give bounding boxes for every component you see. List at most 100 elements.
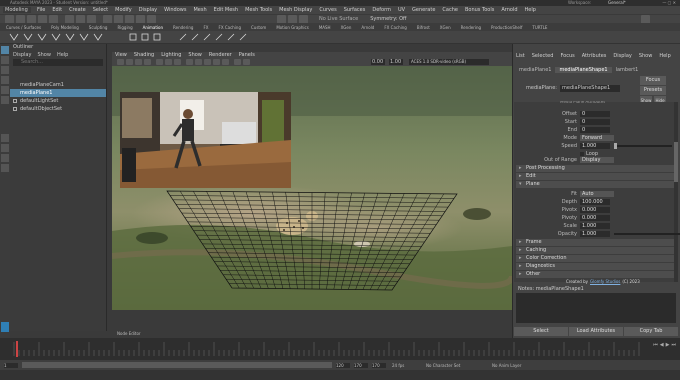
outliner-menu-show[interactable]: Show	[37, 52, 51, 58]
ae-section-other[interactable]: Other	[516, 271, 674, 278]
outliner-search-input[interactable]: Search...	[13, 59, 103, 66]
move-tool-icon[interactable]	[1, 76, 9, 84]
menu-modify[interactable]: Modify	[115, 7, 132, 13]
ae-pivotx-field[interactable]: 0.000	[580, 206, 610, 213]
layout-two-icon[interactable]	[1, 154, 9, 162]
camera-select-icon[interactable]	[117, 59, 124, 65]
scale-tool-icon[interactable]	[1, 96, 9, 104]
menu-select[interactable]: Select	[93, 7, 108, 13]
camera-attributes-icon[interactable]	[126, 59, 133, 65]
menu-surfaces[interactable]: Surfaces	[344, 7, 366, 13]
paint-tool-icon[interactable]	[1, 66, 9, 74]
range-slider[interactable]	[22, 362, 332, 368]
ae-section-post-processing[interactable]: Post Processing	[516, 165, 674, 172]
shelf-tab-sculpting[interactable]: Sculpting	[89, 25, 108, 30]
ae-section-caching[interactable]: Caching	[516, 247, 674, 254]
wireframe-icon[interactable]	[186, 59, 193, 65]
shelf-tab-rendering-2[interactable]: Rendering	[461, 25, 481, 30]
symmetry-select[interactable]: Symmetry: Off	[370, 16, 406, 22]
shelf-tab-animation[interactable]: Animation	[143, 25, 163, 30]
menu-curves[interactable]: Curves	[319, 7, 336, 13]
live-surface-field[interactable]: No Live Surface	[319, 16, 358, 22]
select-tool-icon[interactable]	[1, 46, 9, 54]
ae-offset-field[interactable]: 0	[580, 110, 610, 117]
ae-copy-tab-button[interactable]: Copy Tab	[624, 326, 678, 336]
loop-checkbox-icon[interactable]	[580, 151, 584, 156]
ae-section-frame[interactable]: Frame	[516, 239, 674, 246]
shelf-tab-curves-surfaces[interactable]: Curves / Surfaces	[6, 25, 41, 30]
outliner-menu-display[interactable]: Display	[13, 52, 31, 58]
range-end-field[interactable]: 120	[336, 362, 350, 368]
isolate-icon[interactable]	[243, 59, 250, 65]
ae-tab-shape[interactable]: mediaPlaneShape1	[555, 66, 612, 73]
shelf-tab-fx-caching[interactable]: FX Caching	[219, 25, 241, 30]
outliner-menu-help[interactable]: Help	[57, 52, 68, 58]
ae-scrollbar[interactable]	[674, 102, 678, 282]
ae-tab-transform[interactable]: mediaPlane1	[515, 67, 555, 73]
menu-mesh-tools[interactable]: Mesh Tools	[245, 7, 272, 13]
layout-single-icon[interactable]	[1, 134, 9, 142]
ae-menu-show[interactable]: Show	[639, 53, 653, 59]
menu-uv[interactable]: UV	[398, 7, 405, 13]
character-set-select[interactable]: No Character Set	[426, 363, 486, 368]
ae-menu-display[interactable]: Display	[613, 53, 631, 59]
ae-node-name-field[interactable]: mediaPlaneShape1	[560, 84, 620, 92]
textured-icon[interactable]	[204, 59, 211, 65]
menu-file[interactable]: File	[37, 7, 45, 13]
ae-opacity-field[interactable]: 1.000	[580, 230, 610, 237]
node-editor-tab[interactable]: Node Editor	[117, 331, 141, 336]
go-to-start-icon[interactable]: ⏮	[653, 342, 658, 348]
anim-layer-select[interactable]: No Anim Layer	[492, 363, 542, 368]
shelf-tab-rendering[interactable]: Rendering	[173, 25, 193, 30]
ae-menu-help[interactable]: Help	[659, 53, 670, 59]
ae-speed-field[interactable]: 1.000	[580, 142, 610, 149]
play-icon[interactable]: ▶	[666, 342, 670, 348]
ae-load-attributes-button[interactable]: Load Attributes	[569, 326, 623, 336]
menu-windows[interactable]: Windows	[164, 7, 186, 13]
menu-create[interactable]: Create	[69, 7, 86, 13]
ae-notes-field[interactable]	[516, 293, 676, 323]
ae-focus-button[interactable]: Focus	[640, 76, 666, 85]
shelf-tab-xgen-2[interactable]: XGen	[440, 25, 451, 30]
ae-section-color-correction[interactable]: Color Correction	[516, 255, 674, 262]
ae-mode-select[interactable]: Forward	[580, 134, 614, 141]
viewport-3d[interactable]	[112, 66, 512, 310]
ae-scale-field[interactable]: 1.000	[580, 222, 610, 229]
outliner-item[interactable]: mediaPlaneCam1	[10, 81, 106, 89]
menu-cache[interactable]: Cache	[442, 7, 458, 13]
menu-edit-mesh[interactable]: Edit Mesh	[214, 7, 238, 13]
shelf-tab-production[interactable]: ProductionShelf	[491, 25, 522, 30]
shelf-tab-custom[interactable]: Custom	[251, 25, 266, 30]
ae-section-media-plane[interactable]: Media Plane Attributes	[560, 101, 605, 105]
shelf-tab-xgen[interactable]: XGen	[341, 25, 352, 30]
shelf-tab-rigging[interactable]: Rigging	[117, 25, 132, 30]
ae-opacity-slider[interactable]	[614, 232, 680, 235]
workspace-select[interactable]: General*	[608, 0, 626, 5]
menu-bonus-tools[interactable]: Bonus Tools	[465, 7, 494, 13]
xray-icon[interactable]	[234, 59, 241, 65]
fps-select[interactable]: 24 fps	[392, 363, 420, 368]
shelf-tab-fx-caching-2[interactable]: FX Caching	[384, 25, 406, 30]
ae-presets-button[interactable]: Presets	[640, 86, 666, 95]
ae-menu-list[interactable]: List	[516, 53, 525, 59]
ae-section-plane[interactable]: Plane	[516, 181, 674, 188]
film-gate-icon[interactable]	[165, 59, 172, 65]
shelf-tab-bifrost[interactable]: Bifrost	[417, 25, 430, 30]
ae-end-field[interactable]: 0	[580, 126, 610, 133]
menu-deform[interactable]: Deform	[372, 7, 391, 13]
rotate-tool-icon[interactable]	[1, 86, 9, 94]
outliner-item-selected[interactable]: mediaPlane1	[10, 89, 106, 97]
shelf-tab-fx[interactable]: FX	[203, 25, 208, 30]
ae-select-button[interactable]: Select	[514, 326, 568, 336]
layout-four-icon[interactable]	[1, 144, 9, 152]
bookmark-icon[interactable]	[135, 59, 142, 65]
shelf-tab-arnold[interactable]: Arnold	[361, 25, 374, 30]
ae-start-field[interactable]: 0	[580, 118, 610, 125]
outliner-item[interactable]: defaultLightSet	[10, 97, 106, 105]
lights-icon[interactable]	[213, 59, 220, 65]
image-plane-icon[interactable]	[144, 59, 151, 65]
lasso-tool-icon[interactable]	[1, 56, 9, 64]
ae-depth-field[interactable]: 100.000	[580, 198, 610, 205]
viewport-field-b[interactable]: 1.00	[389, 59, 403, 65]
shadows-icon[interactable]	[222, 59, 229, 65]
